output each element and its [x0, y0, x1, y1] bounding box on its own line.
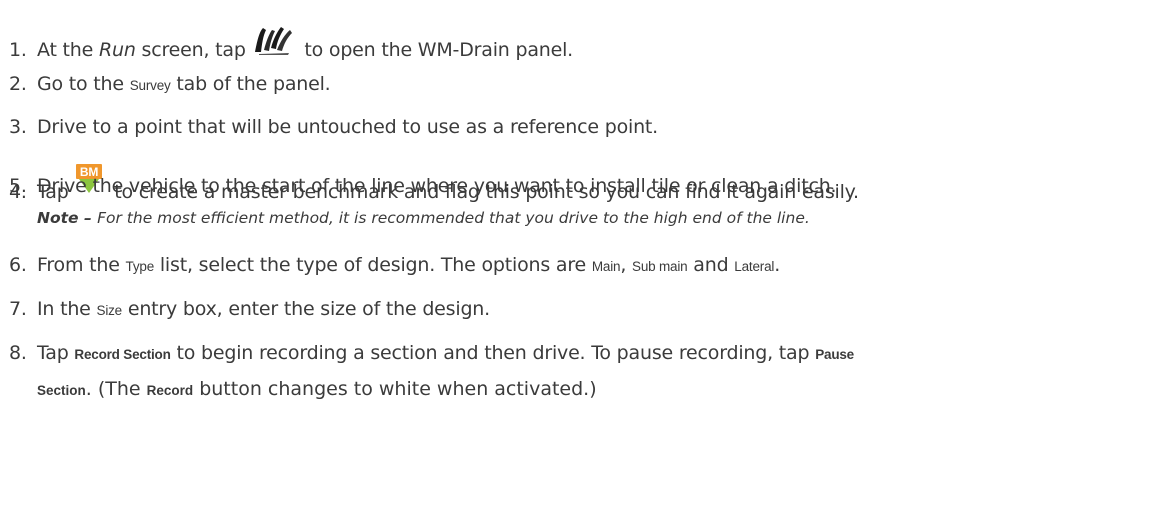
step-number: 6.	[9, 254, 27, 276]
instruction-document: 1. At the Run screen, tap to open the WM-…	[0, 0, 1152, 515]
step-number: 3.	[9, 116, 27, 138]
note: Note – For the most efficient method, it…	[37, 209, 810, 227]
survey-tab-name: Survey	[129, 78, 171, 93]
run-screen-name: Run	[98, 39, 136, 61]
section-button-name: Section	[37, 383, 86, 398]
step-2: 2. Go to the Survey tab of the panel.	[9, 73, 331, 95]
step-1: 1. At the Run screen, tap to open the WM-…	[9, 24, 573, 60]
note-text: For the most efficient method, it is rec…	[97, 209, 810, 227]
step-7: 7. In the Size entry box, enter the size …	[9, 298, 490, 320]
note-label: Note	[37, 209, 79, 227]
record-button-name: Record	[146, 383, 194, 398]
size-box-name: Size	[96, 303, 123, 318]
step-number: 2.	[9, 73, 27, 95]
record-section-button-name: Record Section	[74, 347, 171, 362]
step-3: 3. Drive to a point that will be untouche…	[9, 116, 658, 138]
step-number: 8.	[9, 342, 27, 364]
step-6: 6. From the Type list, select the type of…	[9, 254, 781, 276]
step-8-continued: Section. (The Record button changes to w…	[37, 378, 597, 400]
wm-drain-icon	[253, 24, 293, 60]
option-lateral: Lateral	[734, 259, 775, 274]
step-8: 8. Tap Record Section to begin recording …	[9, 342, 854, 364]
step-number: 5.	[9, 175, 27, 197]
type-list-name: Type	[125, 259, 155, 274]
step-number: 1.	[9, 39, 27, 61]
option-main: Main	[591, 259, 621, 274]
step-number: 7.	[9, 298, 27, 320]
option-sub-main: Sub main	[632, 259, 688, 274]
step-5: 5. Drive the vehicle to the start of the …	[9, 175, 837, 197]
pause-button-name: Pause	[815, 347, 854, 362]
